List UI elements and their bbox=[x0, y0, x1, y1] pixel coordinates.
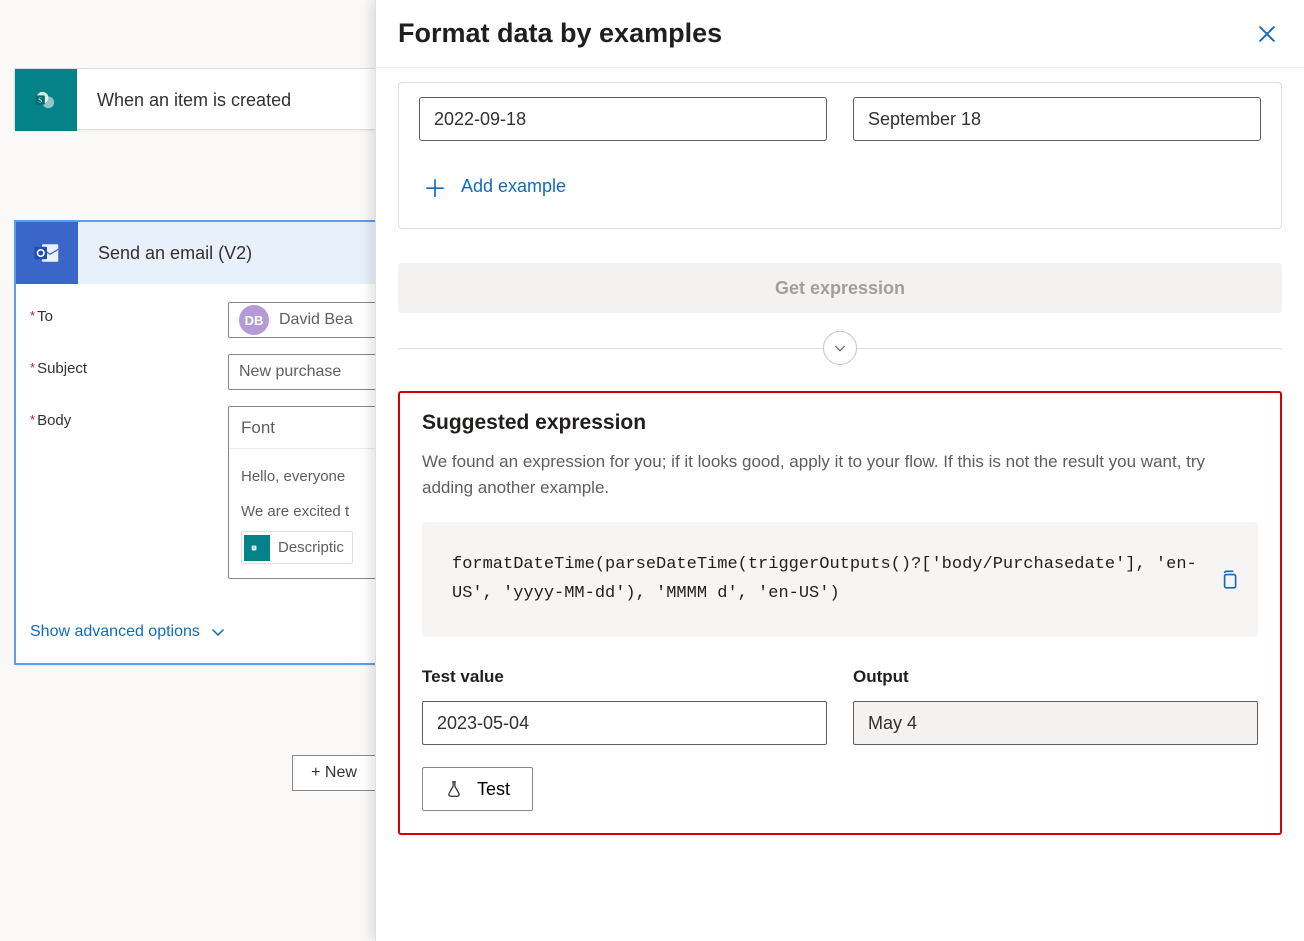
divider bbox=[398, 331, 1282, 365]
chevron-down-icon bbox=[210, 624, 226, 640]
example-input[interactable]: 2022-09-18 bbox=[419, 97, 827, 141]
svg-text:S: S bbox=[38, 96, 42, 104]
test-button[interactable]: Test bbox=[422, 767, 533, 811]
expression-code: formatDateTime(parseDateTime(triggerOutp… bbox=[422, 522, 1258, 638]
format-data-panel: Format data by examples 2022-09-18 Septe… bbox=[375, 0, 1304, 941]
suggested-description: We found an expression for you; if it lo… bbox=[422, 449, 1258, 502]
avatar: DB bbox=[239, 305, 269, 335]
close-icon bbox=[1256, 23, 1278, 45]
test-value-input[interactable]: 2023-05-04 bbox=[422, 701, 827, 745]
to-label: *To bbox=[30, 302, 228, 325]
get-expression-button[interactable]: Get expression bbox=[398, 263, 1282, 313]
suggested-heading: Suggested expression bbox=[422, 411, 1258, 435]
close-button[interactable] bbox=[1256, 23, 1278, 45]
example-output[interactable]: September 18 bbox=[853, 97, 1261, 141]
outlook-icon bbox=[16, 222, 78, 284]
subject-label: *Subject bbox=[30, 354, 228, 377]
panel-title: Format data by examples bbox=[398, 18, 722, 49]
body-label: *Body bbox=[30, 406, 228, 429]
output-label: Output bbox=[853, 667, 1258, 687]
plus-icon: ＋ bbox=[423, 169, 447, 204]
sharepoint-chip-icon: S bbox=[244, 535, 270, 561]
panel-header: Format data by examples bbox=[376, 0, 1304, 68]
examples-card: 2022-09-18 September 18 ＋ Add example bbox=[398, 82, 1282, 229]
sharepoint-icon: S bbox=[15, 69, 77, 131]
suggested-expression-card: Suggested expression We found an express… bbox=[398, 391, 1282, 835]
dynamic-token[interactable]: S Descriptic bbox=[241, 531, 353, 564]
expression-text: formatDateTime(parseDateTime(triggerOutp… bbox=[452, 555, 1197, 604]
output-value: May 4 bbox=[853, 701, 1258, 745]
new-step-button[interactable]: + New bbox=[292, 755, 376, 791]
copy-icon bbox=[1218, 568, 1240, 590]
flask-icon bbox=[445, 780, 463, 798]
chevron-down-icon bbox=[833, 341, 847, 355]
copy-button[interactable] bbox=[1218, 568, 1240, 590]
to-value: David Bea bbox=[279, 311, 353, 329]
add-example-button[interactable]: ＋ Add example bbox=[419, 169, 566, 204]
test-value-label: Test value bbox=[422, 667, 827, 687]
expand-toggle[interactable] bbox=[823, 331, 857, 365]
